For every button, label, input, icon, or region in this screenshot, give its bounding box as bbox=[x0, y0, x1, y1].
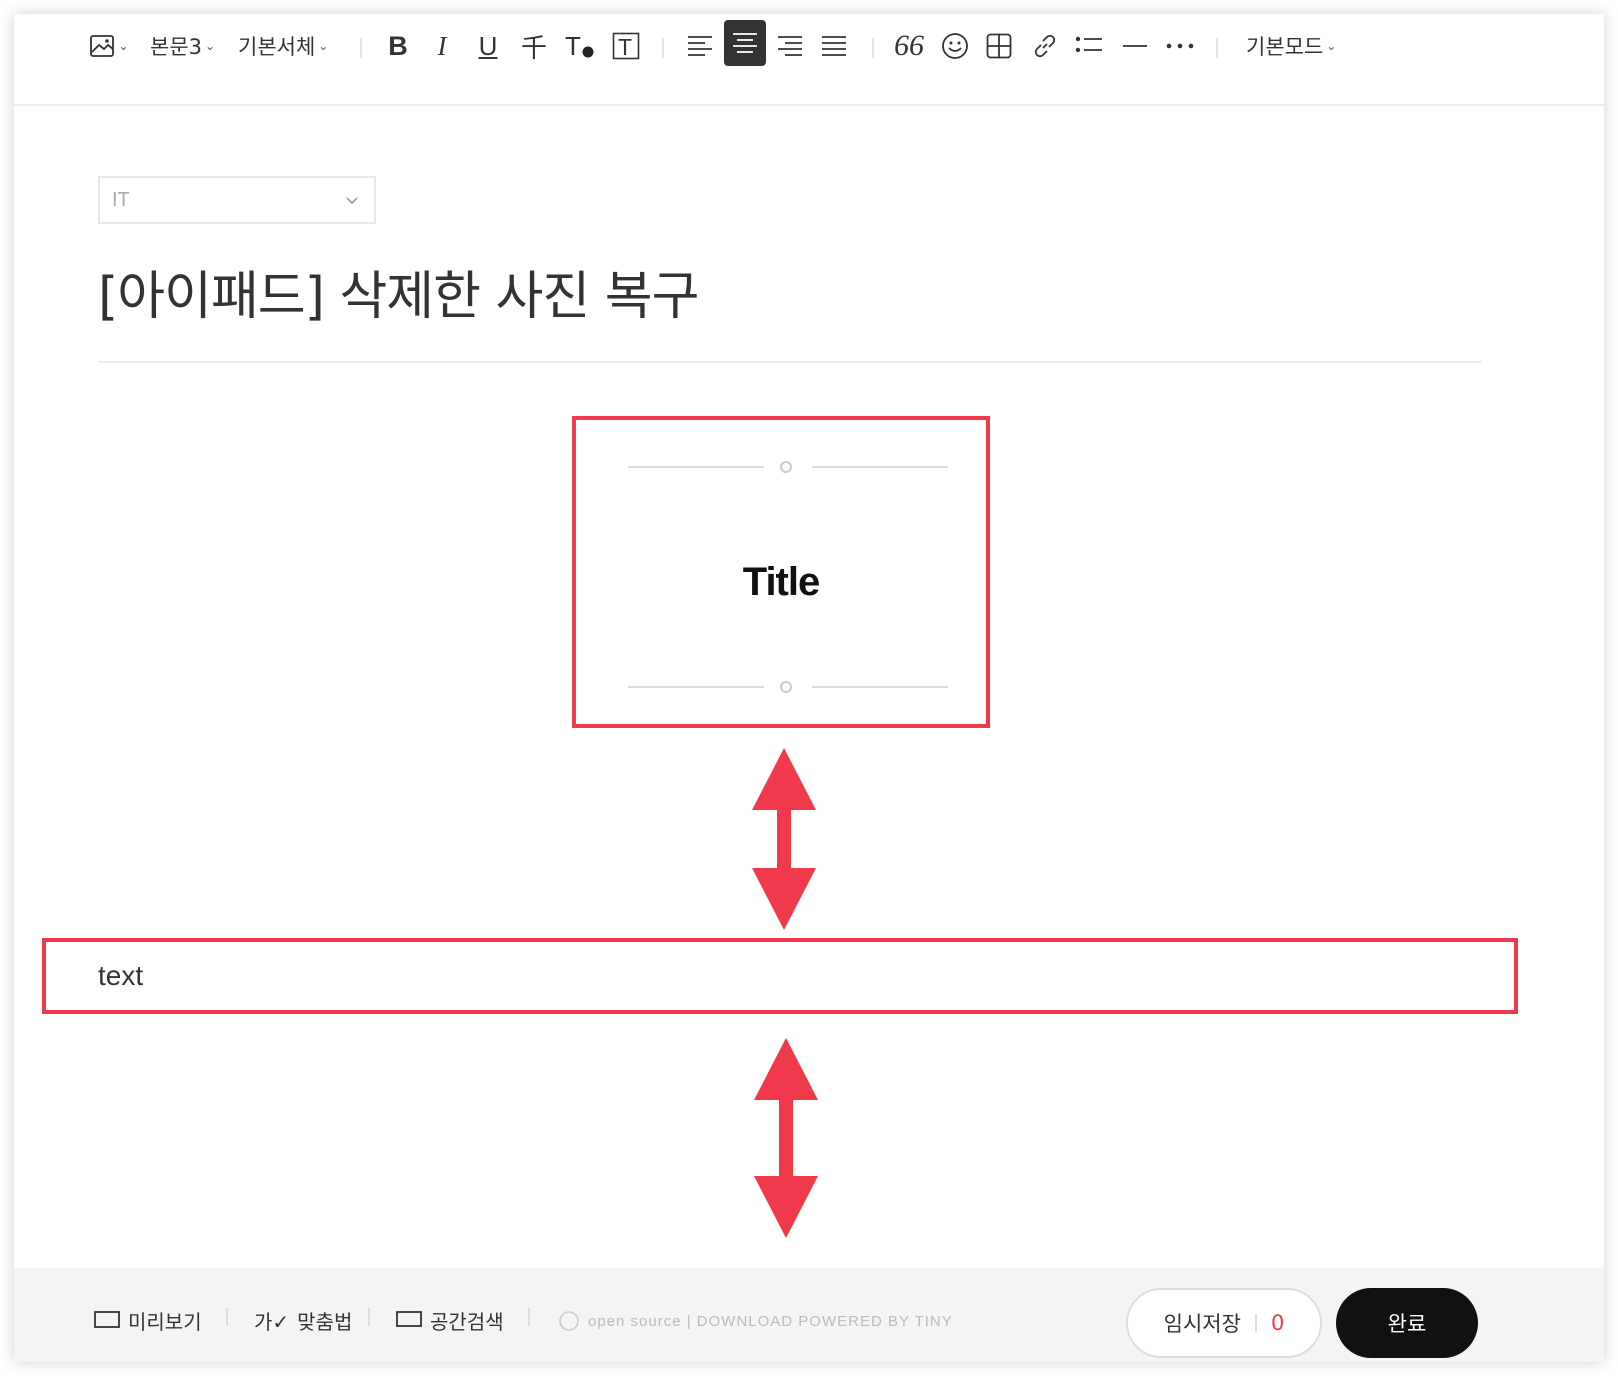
align-center-icon bbox=[733, 33, 757, 53]
title-divider bbox=[98, 361, 1482, 363]
table-button[interactable] bbox=[980, 22, 1018, 70]
italic-button[interactable]: I bbox=[424, 22, 460, 70]
table-icon bbox=[986, 33, 1012, 59]
paragraph-style-dropdown[interactable]: 본문3 ⌄ bbox=[150, 22, 215, 70]
editor-toolbar: ⌄ 본문3 ⌄ 기본서체 ⌄ B I U 千 T T 66 기본모드 ⌄ bbox=[14, 14, 1604, 106]
title-block-text[interactable]: Title bbox=[576, 560, 986, 605]
align-left-button[interactable] bbox=[680, 22, 720, 70]
italic-icon: I bbox=[437, 30, 447, 61]
bottom-divider bbox=[226, 1308, 228, 1326]
place-search-label: 공간검색 bbox=[430, 1310, 504, 1334]
more-options-button[interactable] bbox=[1160, 22, 1200, 70]
font-family-dropdown[interactable]: 기본서체 ⌄ bbox=[238, 22, 328, 70]
paragraph-text[interactable]: text bbox=[98, 960, 143, 992]
align-justify-icon bbox=[822, 36, 846, 56]
divider-line bbox=[628, 466, 764, 468]
horizontal-rule-icon bbox=[1123, 45, 1147, 47]
spellcheck-button[interactable]: 가✓ 맞춤법 bbox=[254, 1306, 352, 1335]
double-arrow-icon bbox=[752, 748, 816, 930]
bold-button[interactable]: B bbox=[380, 22, 416, 70]
quote-button[interactable]: 66 bbox=[890, 22, 928, 70]
preview-label: 미리보기 bbox=[128, 1310, 202, 1334]
toolbar-divider bbox=[662, 38, 664, 58]
horizontal-line-button[interactable] bbox=[1116, 22, 1154, 70]
chevron-down-icon: ⌄ bbox=[118, 39, 129, 53]
powered-by-text: open source | DOWNLOAD POWERED BY TINY bbox=[558, 1310, 953, 1332]
text-color-button[interactable]: T bbox=[560, 22, 600, 70]
spellcheck-icon: 가✓ bbox=[254, 1310, 290, 1334]
place-search-button[interactable]: 공간검색 bbox=[396, 1306, 504, 1335]
bullet-list-icon bbox=[1075, 36, 1102, 53]
info-icon bbox=[559, 1311, 579, 1331]
align-justify-button[interactable] bbox=[814, 22, 854, 70]
publish-label: 완료 bbox=[1387, 1312, 1427, 1336]
temp-save-label: 임시저장 bbox=[1163, 1312, 1241, 1336]
list-button[interactable] bbox=[1070, 22, 1108, 70]
chevron-down-icon: ⌄ bbox=[318, 39, 329, 53]
insert-image-button[interactable]: ⌄ bbox=[86, 22, 132, 70]
bottom-bar: 미리보기 가✓ 맞춤법 공간검색 open source | DOWNLOAD … bbox=[14, 1268, 1604, 1362]
place-icon bbox=[396, 1310, 422, 1327]
double-arrow-icon bbox=[754, 1038, 818, 1238]
category-value: IT bbox=[112, 188, 130, 211]
text-background-icon: T bbox=[612, 32, 640, 60]
toolbar-divider bbox=[1216, 38, 1218, 58]
chevron-down-icon: ⌄ bbox=[205, 39, 216, 53]
divider-line bbox=[812, 686, 948, 688]
title-block[interactable]: Title bbox=[572, 416, 990, 728]
paragraph-block[interactable]: text bbox=[42, 938, 1518, 1014]
publish-button[interactable]: 완료 bbox=[1336, 1288, 1478, 1358]
emoticon-button[interactable] bbox=[936, 22, 974, 70]
chevron-down-icon bbox=[346, 197, 358, 205]
post-title-input[interactable]: [아이패드] 삭제한 사진 복구 bbox=[98, 254, 699, 329]
font-family-label: 기본서체 bbox=[238, 35, 316, 59]
monitor-icon bbox=[94, 1310, 120, 1328]
toolbar-divider bbox=[872, 38, 874, 58]
category-select[interactable]: IT bbox=[98, 176, 376, 224]
bottom-divider bbox=[528, 1308, 530, 1326]
divider-line bbox=[812, 466, 948, 468]
align-center-button[interactable] bbox=[724, 20, 766, 66]
preview-button[interactable]: 미리보기 bbox=[94, 1306, 202, 1335]
align-left-icon bbox=[688, 36, 712, 56]
more-icon bbox=[1166, 43, 1194, 49]
paragraph-style-label: 본문3 bbox=[150, 35, 203, 59]
divider-line bbox=[628, 686, 764, 688]
strikethrough-button[interactable]: 千 bbox=[516, 22, 552, 70]
editor-mode-dropdown[interactable]: 기본모드 ⌄ bbox=[1246, 22, 1336, 70]
underline-icon: U bbox=[478, 30, 498, 61]
text-color-icon: T bbox=[565, 31, 594, 61]
divider-dot bbox=[780, 461, 792, 473]
align-right-icon bbox=[778, 36, 802, 56]
editor-mode-label: 기본모드 bbox=[1246, 35, 1324, 59]
editor-window: ⌄ 본문3 ⌄ 기본서체 ⌄ B I U 千 T T 66 기본모드 ⌄ IT … bbox=[14, 14, 1604, 1362]
link-icon bbox=[1034, 34, 1056, 58]
align-right-button[interactable] bbox=[770, 22, 810, 70]
divider-dot bbox=[780, 681, 792, 693]
image-icon bbox=[90, 35, 115, 57]
temp-save-divider bbox=[1254, 1314, 1257, 1332]
bottom-divider bbox=[368, 1308, 370, 1326]
svg-text:T: T bbox=[618, 34, 632, 60]
toolbar-divider bbox=[360, 38, 362, 58]
bold-icon: B bbox=[388, 30, 408, 61]
spellcheck-label: 맞춤법 bbox=[297, 1310, 353, 1334]
link-button[interactable] bbox=[1026, 22, 1064, 70]
svg-text:T: T bbox=[565, 31, 581, 61]
strikethrough-icon: 千 bbox=[520, 32, 547, 63]
underline-button[interactable]: U bbox=[470, 22, 506, 70]
chevron-down-icon: ⌄ bbox=[1326, 39, 1337, 53]
text-background-button[interactable]: T bbox=[608, 22, 644, 70]
temp-save-button[interactable]: 임시저장 0 bbox=[1126, 1288, 1322, 1358]
powered-by-label: open source | DOWNLOAD POWERED BY TINY bbox=[588, 1312, 953, 1330]
quote-icon: 66 bbox=[894, 29, 924, 62]
smiley-icon bbox=[942, 33, 968, 59]
temp-save-count: 0 bbox=[1270, 1311, 1285, 1335]
